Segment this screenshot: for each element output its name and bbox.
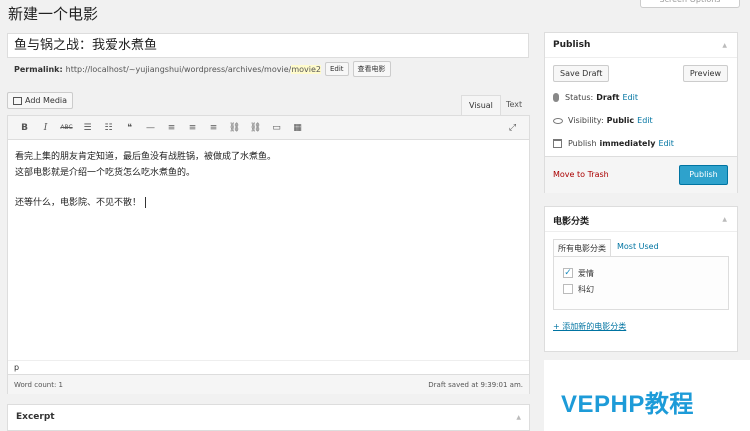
permalink-label: Permalink:	[14, 64, 63, 74]
status-row: Status: Draft Edit	[553, 93, 638, 102]
blockquote-button[interactable]: ❝	[119, 123, 140, 133]
status-value: Draft	[596, 93, 620, 102]
bullet-list-button[interactable]: ☰	[77, 123, 98, 133]
draft-saved-status: Draft saved at 9:39:01 am.	[428, 380, 523, 389]
publish-label: Publish	[568, 139, 597, 148]
permalink-slug[interactable]: movie2	[291, 64, 321, 74]
edit-status-link[interactable]: Edit	[622, 93, 638, 102]
publish-box-header[interactable]: Publish ▲	[545, 33, 737, 58]
preview-button[interactable]: Preview	[682, 65, 728, 82]
publish-button[interactable]: Publish	[679, 165, 728, 185]
category-tabs: 所有电影分类 Most Used	[553, 239, 663, 257]
numbered-list-button[interactable]: ☷	[98, 123, 119, 133]
tab-visual[interactable]: Visual	[461, 95, 501, 115]
publish-value: immediately	[599, 139, 656, 148]
edit-permalink-button[interactable]: Edit	[324, 62, 349, 76]
content-editor: B I ABC ☰ ☷ ❝ — ≡ ≡ ≡ ⛓ ⛓ ▭ ▦ ⤢ 看完上集的朋友肯…	[7, 115, 530, 394]
move-to-trash-link[interactable]: Move to Trash	[553, 170, 609, 179]
publish-box-title: Publish	[553, 40, 591, 50]
category-label: 爱情	[578, 268, 594, 278]
status-label: Status:	[565, 93, 594, 102]
paragraph: 这部电影就是介绍一个吃货怎么吃水煮鱼的。	[15, 168, 196, 178]
editor-status-bar: Word count: 1 Draft saved at 9:39:01 am.	[8, 374, 529, 394]
publish-date-row: Publish immediately Edit	[553, 139, 674, 148]
tab-all-categories[interactable]: 所有电影分类	[553, 239, 611, 257]
horizontal-rule-button[interactable]: —	[140, 123, 161, 133]
category-checkbox-checked[interactable]: ✓	[563, 268, 573, 278]
fullscreen-icon[interactable]: ⤢	[502, 123, 523, 133]
excerpt-box-header[interactable]: Excerpt ▲	[7, 404, 530, 431]
text-cursor	[145, 197, 147, 208]
insert-link-button[interactable]: ⛓	[224, 123, 245, 133]
save-draft-button[interactable]: Save Draft	[553, 65, 610, 82]
visibility-value: Public	[606, 116, 635, 125]
categories-box-title: 电影分类	[553, 217, 590, 227]
calendar-icon	[553, 139, 562, 148]
permalink-row: Permalink: http://localhost/~yujiangshui…	[14, 61, 391, 77]
word-count: Word count: 1	[14, 380, 64, 389]
categories-box: 电影分类 ▲ 所有电影分类 Most Used ✓ 爱情 科幻 + 添加新的电影…	[544, 206, 738, 352]
remove-link-button[interactable]: ⛓	[245, 123, 266, 133]
element-path: p	[8, 360, 529, 374]
paragraph: 看完上集的朋友肯定知道，最后鱼没有战胜锅，被做成了水煮鱼。	[15, 152, 277, 162]
paragraph-with-cursor: 还等什么，电影院、不见不散！	[15, 195, 522, 211]
publish-box: Publish ▲ Save Draft Preview Status: Dra…	[544, 32, 738, 193]
watermark-logo: VEPHP教程	[561, 391, 694, 418]
align-right-button[interactable]: ≡	[203, 123, 224, 133]
page-title: 新建一个电影	[8, 5, 99, 23]
editor-toolbar: B I ABC ☰ ☷ ❝ — ≡ ≡ ≡ ⛓ ⛓ ▭ ▦ ⤢	[8, 116, 529, 140]
post-title-input[interactable]: 鱼与锅之战：我爱水煮鱼	[7, 33, 529, 58]
paragraph: 还等什么，电影院、不见不散！	[15, 198, 142, 208]
visibility-label: Visibility:	[568, 116, 604, 125]
pin-icon	[553, 93, 559, 102]
edit-date-link[interactable]: Edit	[658, 139, 674, 148]
tab-most-used[interactable]: Most Used	[613, 239, 663, 257]
caret-up-icon[interactable]: ▲	[516, 414, 521, 421]
screen-options-button[interactable]: Screen Options	[640, 0, 740, 8]
strikethrough-button[interactable]: ABC	[56, 124, 77, 131]
align-center-button[interactable]: ≡	[182, 123, 203, 133]
view-movie-button[interactable]: 查看电影	[352, 61, 391, 77]
italic-button[interactable]: I	[35, 123, 56, 133]
add-new-category-link[interactable]: + 添加新的电影分类	[553, 321, 626, 332]
category-list: ✓ 爱情 科幻	[553, 256, 729, 310]
categories-box-header[interactable]: 电影分类 ▲	[545, 207, 737, 232]
publish-footer: Move to Trash Publish	[545, 156, 737, 193]
category-label: 科幻	[578, 284, 594, 294]
excerpt-title: Excerpt	[16, 412, 55, 422]
tab-text[interactable]: Text	[499, 95, 529, 115]
read-more-button[interactable]: ▭	[266, 123, 287, 133]
add-media-button[interactable]: Add Media	[7, 92, 74, 109]
category-checkbox[interactable]	[563, 284, 573, 294]
visibility-row: Visibility: Public Edit	[553, 116, 653, 125]
editor-content[interactable]: 看完上集的朋友肯定知道，最后鱼没有战胜锅，被做成了水煮鱼。 这部电影就是介绍一个…	[8, 140, 529, 220]
list-item[interactable]: 科幻	[563, 281, 719, 297]
permalink-base: http://localhost/~yujiangshui/wordpress/…	[65, 64, 292, 74]
caret-up-icon[interactable]: ▲	[722, 216, 727, 223]
list-item[interactable]: ✓ 爱情	[563, 265, 719, 281]
edit-visibility-link[interactable]: Edit	[637, 116, 653, 125]
caret-up-icon[interactable]: ▲	[722, 42, 727, 49]
media-icon	[13, 96, 22, 105]
bold-button[interactable]: B	[14, 123, 35, 133]
add-media-label: Add Media	[25, 96, 68, 105]
eye-icon	[553, 117, 563, 124]
align-left-button[interactable]: ≡	[161, 123, 182, 133]
toolbar-toggle-button[interactable]: ▦	[287, 123, 308, 133]
